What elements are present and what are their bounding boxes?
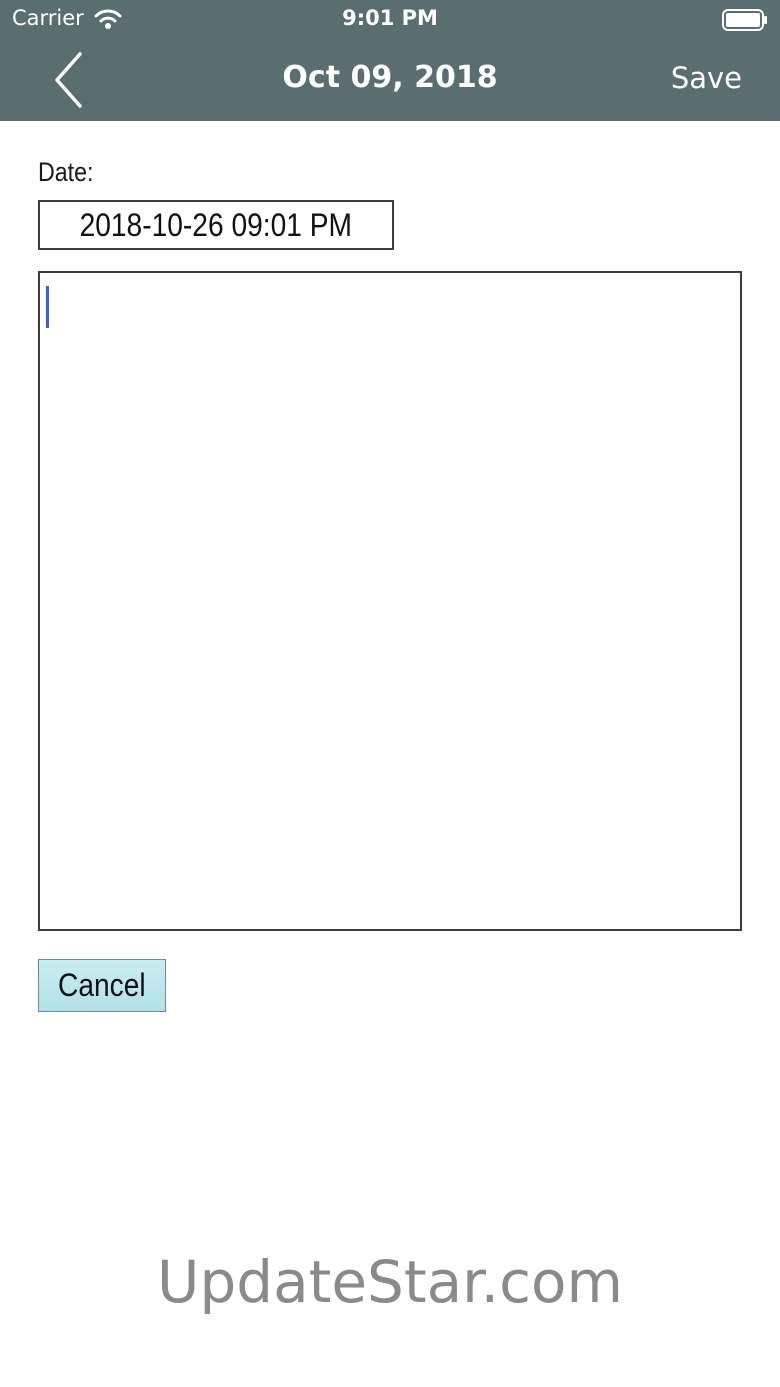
date-field[interactable]: 2018-10-26 09:01 PM [38, 200, 394, 250]
date-label: Date: [38, 157, 94, 187]
page-title: Oct 09, 2018 [282, 60, 498, 95]
cancel-button-label: Cancel [58, 967, 146, 1003]
date-field-value: 2018-10-26 09:01 PM [79, 207, 353, 243]
text-caret [46, 286, 49, 328]
battery-icon [722, 9, 767, 31]
header: Carrier 9:01 PM Oct 09, 2018 Save [0, 0, 780, 121]
cancel-button[interactable]: Cancel [38, 959, 166, 1012]
status-time: 9:01 PM [342, 6, 438, 30]
watermark: UpdateStar.com [157, 1248, 623, 1316]
status-bar: Carrier 9:01 PM [0, 0, 780, 40]
nav-bar: Oct 09, 2018 Save [0, 40, 780, 121]
note-textarea[interactable] [38, 271, 742, 931]
save-button[interactable]: Save [671, 61, 742, 95]
